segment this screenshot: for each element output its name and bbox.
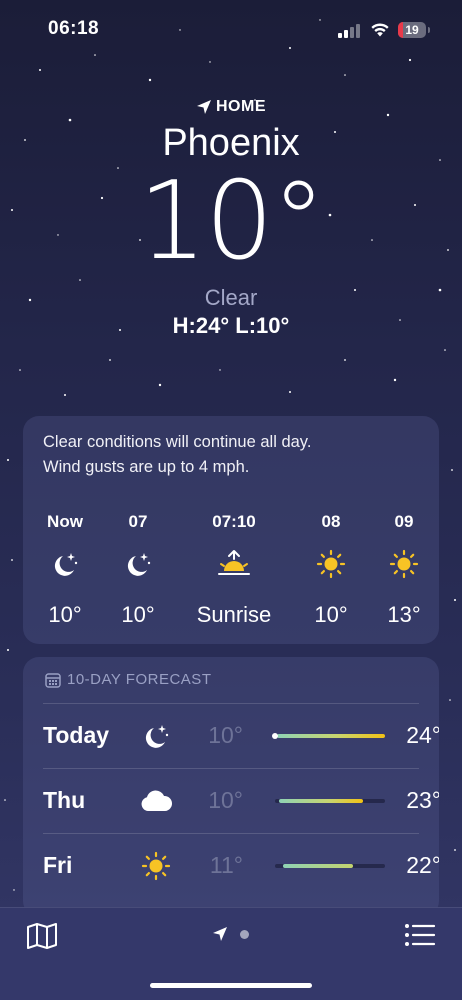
summary-line-2: Wind gusts are up to 4 mph. (43, 458, 250, 476)
map-icon[interactable] (26, 922, 58, 950)
hour-item: 09 13° (364, 512, 444, 628)
location-row: HOME (0, 98, 462, 116)
hour-item: 08 10° (291, 512, 371, 628)
forecast-header: 10-DAY FORECAST (45, 671, 211, 688)
calendar-icon (45, 672, 61, 688)
day-low: 10° (208, 722, 243, 748)
current-temp-dot (272, 733, 278, 739)
moon-stars-icon (127, 553, 151, 576)
hour-label: 07:10 (212, 512, 256, 531)
row-divider (43, 703, 419, 704)
signal-icon (338, 24, 360, 38)
page-indicator-dot[interactable] (240, 930, 249, 939)
summary-line-1: Clear conditions will continue all day. (43, 433, 312, 451)
day-high: 22° (406, 852, 439, 878)
status-bar: 06:18 19 (0, 0, 462, 60)
day-name: Thu (43, 787, 86, 813)
ten-day-forecast-card[interactable]: 10-DAY FORECAST Today 10° 24° Thu 10° 23… (23, 657, 439, 917)
hour-temp: 10° (48, 602, 82, 627)
hour-item: Now 10° (25, 512, 105, 628)
home-indicator[interactable] (150, 983, 312, 988)
day-high: 24° (406, 722, 439, 748)
day-high: 23° (406, 787, 439, 813)
temperature-range-bar (272, 733, 385, 739)
sun-icon (316, 549, 346, 579)
hour-label: 09 (394, 512, 414, 531)
location-label: HOME (216, 98, 266, 115)
sunrise-icon (218, 550, 250, 575)
temperature-range-bar (275, 864, 385, 868)
hour-temp: 10° (314, 602, 348, 627)
day-low: 11° (209, 852, 243, 878)
day-name: Fri (43, 852, 73, 878)
current-temperature: 10° (138, 159, 325, 284)
location-arrow-icon (197, 100, 211, 114)
range-fill (283, 864, 353, 868)
wifi-icon (371, 23, 389, 37)
hour-label: 08 (321, 512, 341, 531)
forecast-row-today[interactable]: Today 10° 24° (43, 703, 439, 767)
cloud-icon (141, 790, 173, 811)
temperature-range-bar (275, 799, 385, 803)
list-icon[interactable] (404, 922, 436, 948)
battery-tip (428, 27, 430, 33)
sun-icon (141, 851, 171, 881)
range-fill (277, 734, 385, 738)
hour-temp: Sunrise (196, 602, 272, 627)
battery-level: 19 (405, 23, 419, 37)
day-name: Today (43, 722, 110, 748)
sun-icon (389, 549, 419, 579)
day-low: 10° (208, 787, 243, 813)
hour-label: 07 (128, 512, 148, 531)
hour-item: 07 10° (98, 512, 178, 628)
forecast-title: 10-DAY FORECAST (67, 671, 212, 688)
hour-label: Now (47, 512, 83, 531)
moon-stars-icon (145, 725, 169, 748)
hour-item: 07:10 Sunrise (189, 512, 279, 628)
row-divider (43, 833, 419, 834)
status-time: 06:18 (48, 18, 100, 39)
location-arrow-icon[interactable] (212, 926, 228, 942)
hourly-forecast-card[interactable]: Clear conditions will continue all day. … (23, 416, 439, 644)
battery-icon: 19 (398, 22, 426, 38)
row-divider (43, 768, 419, 769)
current-condition: Clear (204, 285, 258, 310)
range-fill (279, 799, 363, 803)
forecast-row-thu[interactable]: Thu 10° 23° (43, 768, 439, 832)
high-low: H:24° L:10° (172, 313, 290, 338)
forecast-row-fri[interactable]: Fri 11° 22° (43, 833, 439, 897)
moon-stars-icon (54, 553, 78, 576)
hour-temp: 10° (121, 602, 155, 627)
conditions-summary: Clear conditions will continue all day. … (43, 430, 423, 480)
hour-temp: 13° (387, 602, 421, 627)
